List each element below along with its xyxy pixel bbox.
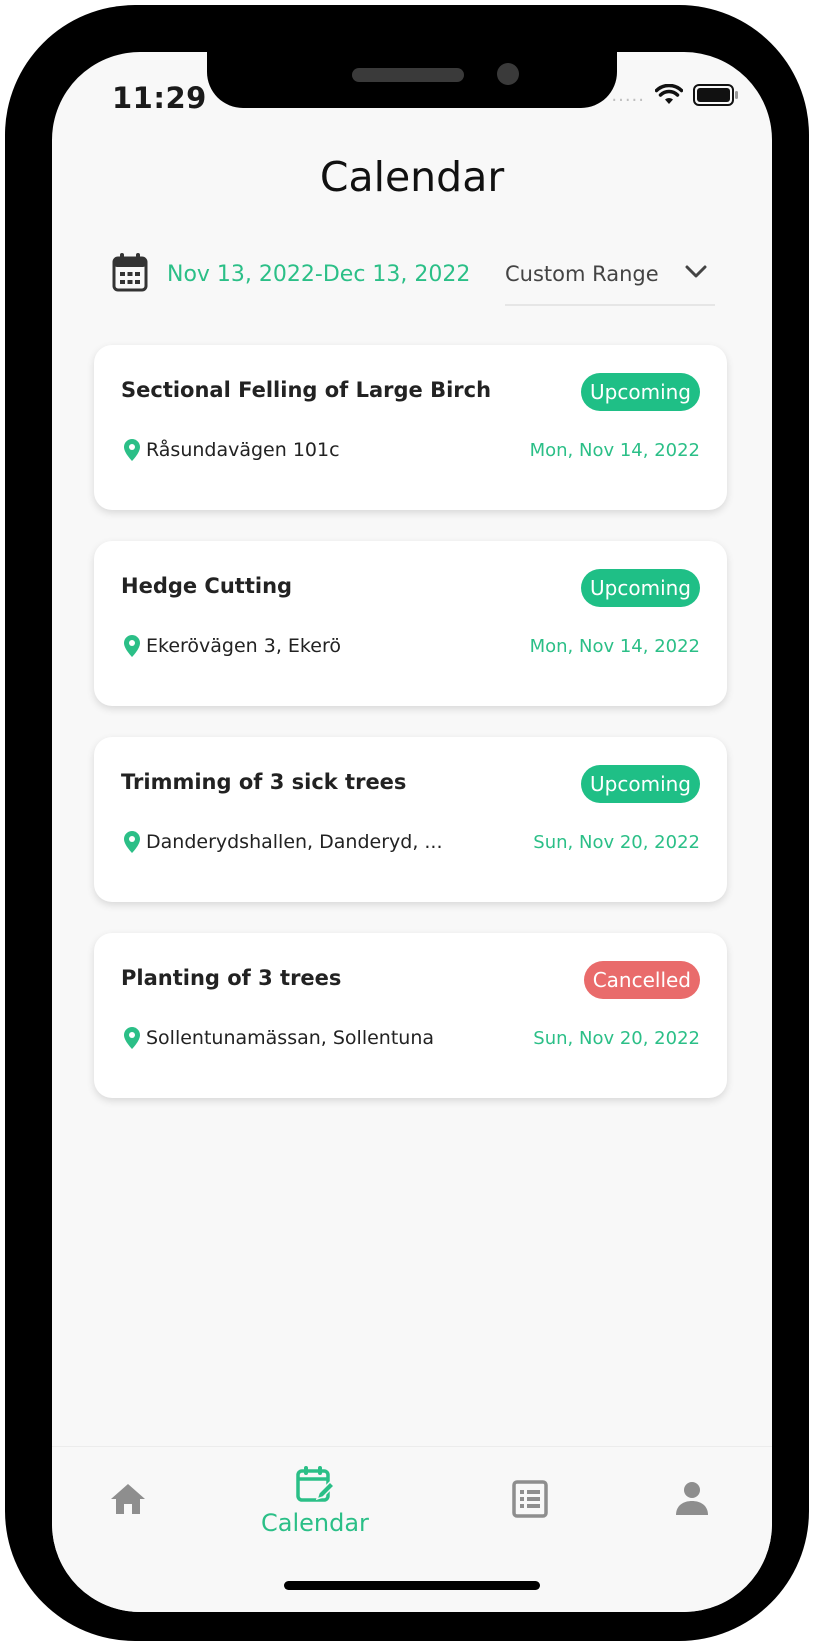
status-badge: Upcoming <box>581 373 700 411</box>
appointment-location: Danderydshallen, Danderyd, ... <box>124 831 443 853</box>
appointment-card[interactable]: Sectional Felling of Large Birch Upcomin… <box>94 345 727 510</box>
appointment-title: Hedge Cutting <box>121 574 293 598</box>
calendar-icon[interactable] <box>112 252 148 292</box>
cellular-signal: ..... <box>611 84 645 106</box>
front-camera <box>497 63 519 85</box>
bottom-navigation: Calendar <box>52 1446 772 1612</box>
location-text: Råsundavägen 101c <box>146 439 340 461</box>
appointment-title: Sectional Felling of Large Birch <box>121 378 492 402</box>
chevron-down-icon <box>685 265 707 278</box>
location-pin-icon <box>124 635 140 657</box>
appointment-card[interactable]: Planting of 3 trees Cancelled Sollentuna… <box>94 933 727 1098</box>
status-time: 11:29 <box>112 81 207 115</box>
range-filter-label: Custom Range <box>505 262 659 286</box>
nav-profile[interactable] <box>675 1481 709 1521</box>
location-pin-icon <box>124 831 140 853</box>
page-title: Calendar <box>319 153 505 201</box>
wifi-icon <box>655 84 683 104</box>
appointment-title: Planting of 3 trees <box>121 966 342 990</box>
appointment-location: Ekerövägen 3, Ekerö <box>124 635 341 657</box>
range-filter-dropdown[interactable]: Custom Range <box>505 252 715 306</box>
appointment-card[interactable]: Trimming of 3 sick trees Upcoming Dander… <box>94 737 727 902</box>
screen: 11:29 ..... Calendar Nov 13, 2022-Dec 13… <box>52 52 772 1612</box>
appointment-date: Mon, Nov 14, 2022 <box>529 440 700 461</box>
list-icon <box>512 1480 548 1518</box>
appointment-date: Mon, Nov 14, 2022 <box>529 636 700 657</box>
status-icons: ..... <box>611 84 739 106</box>
date-range-row: Nov 13, 2022-Dec 13, 2022 Custom Range <box>112 252 715 312</box>
appointment-location: Sollentunamässan, Sollentuna <box>124 1027 434 1049</box>
appointment-location: Råsundavägen 101c <box>124 439 340 461</box>
nav-calendar[interactable]: Calendar <box>261 1465 369 1537</box>
appointment-card[interactable]: Hedge Cutting Upcoming Ekerövägen 3, Eke… <box>94 541 727 706</box>
status-badge: Upcoming <box>581 765 700 803</box>
notch <box>207 52 617 108</box>
status-badge: Cancelled <box>583 961 700 999</box>
location-text: Danderydshallen, Danderyd, ... <box>146 831 443 853</box>
appointment-date: Sun, Nov 20, 2022 <box>533 832 700 853</box>
location-text: Ekerövägen 3, Ekerö <box>146 635 341 657</box>
home-indicator[interactable] <box>284 1581 540 1590</box>
appointment-title: Trimming of 3 sick trees <box>121 770 407 794</box>
location-pin-icon <box>124 439 140 461</box>
speaker <box>352 68 464 82</box>
date-range-text[interactable]: Nov 13, 2022-Dec 13, 2022 <box>167 262 470 287</box>
home-icon <box>111 1484 145 1514</box>
nav-list[interactable] <box>512 1480 548 1522</box>
location-text: Sollentunamässan, Sollentuna <box>146 1027 435 1049</box>
nav-calendar-label: Calendar <box>261 1509 369 1537</box>
location-pin-icon <box>124 1027 140 1049</box>
nav-home[interactable] <box>109 1482 147 1520</box>
battery-icon <box>693 84 738 106</box>
person-icon <box>676 1482 708 1515</box>
calendar-edit-icon <box>296 1466 336 1502</box>
phone-frame: 11:29 ..... Calendar Nov 13, 2022-Dec 13… <box>5 5 809 1641</box>
appointment-date: Sun, Nov 20, 2022 <box>533 1028 700 1049</box>
status-badge: Upcoming <box>581 569 700 607</box>
